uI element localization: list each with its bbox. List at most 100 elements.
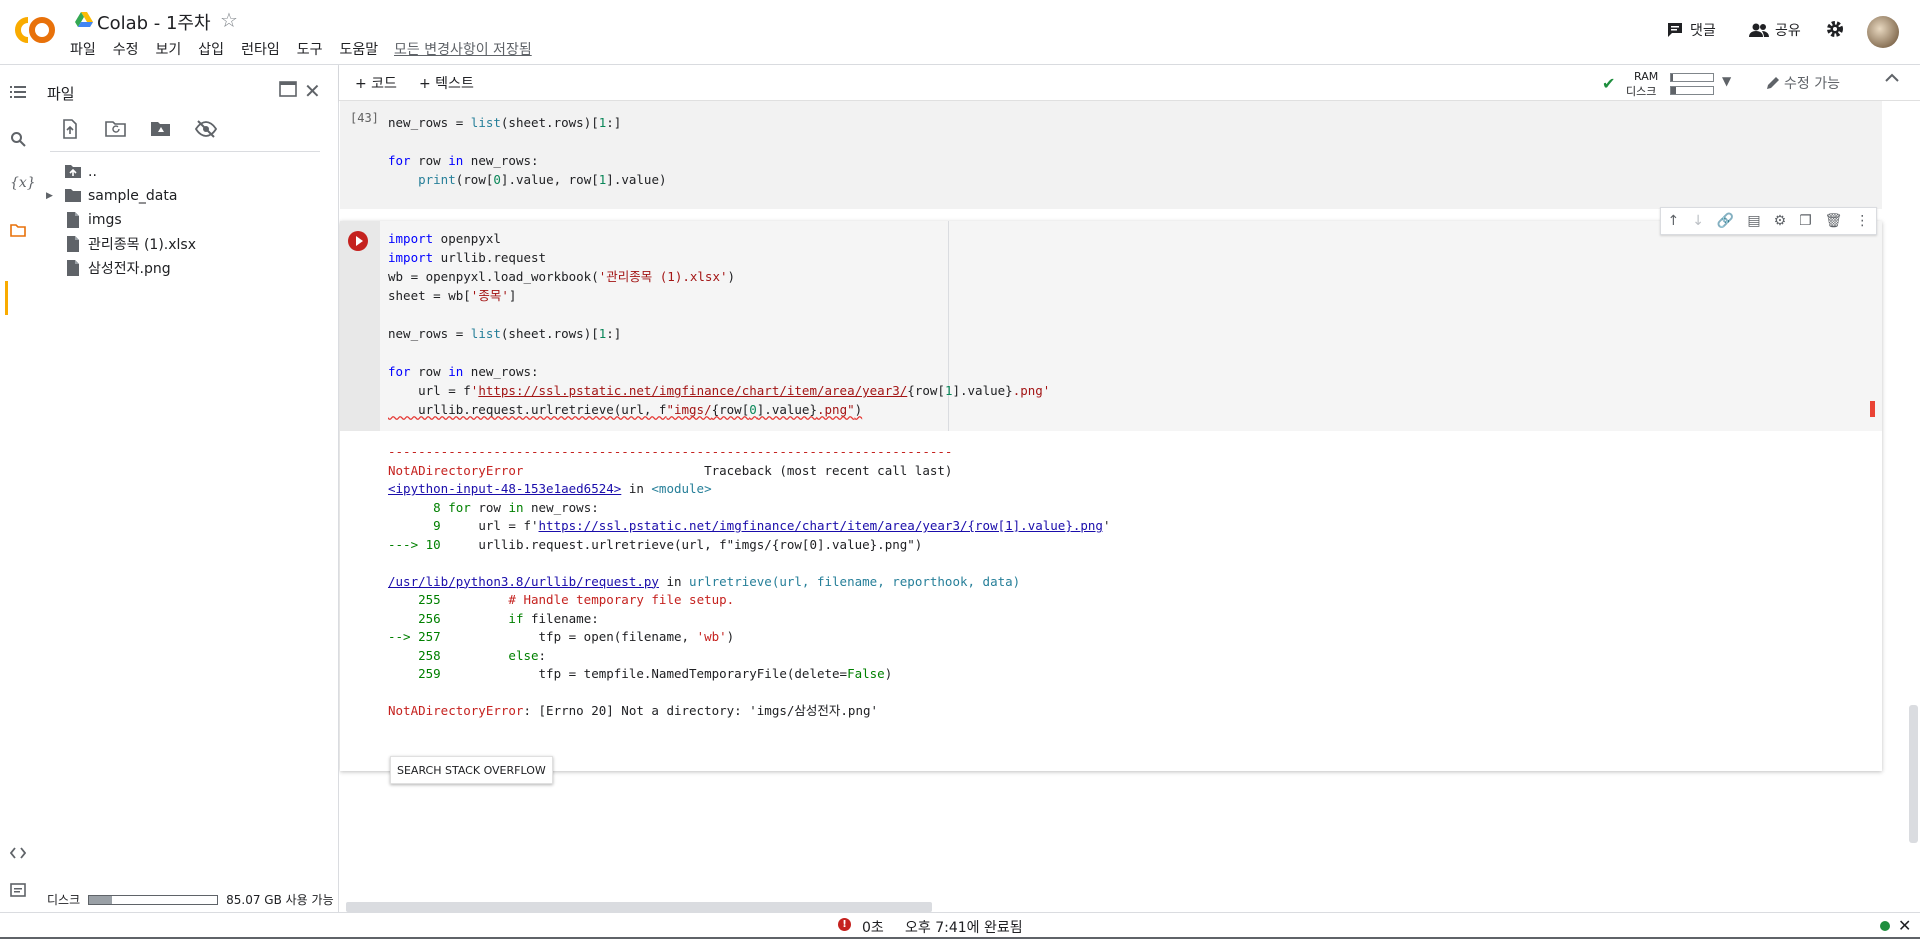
file-panel-title: 파일 (47, 85, 75, 103)
close-icon[interactable]: ✕ (304, 79, 321, 103)
pencil-icon (1766, 76, 1780, 90)
active-indicator (5, 281, 8, 315)
hide-files-icon[interactable] (195, 119, 217, 139)
code-cell-active[interactable]: ↑ ↓ 🔗 ▤ ⚙ ❐ 🗑 ⋮ import openpyxl import u… (340, 207, 1882, 784)
error-marker (1870, 401, 1875, 417)
menubar: 파일 수정 보기 삽입 런타임 도구 도움말 (70, 39, 395, 59)
parent-folder-icon (64, 163, 82, 181)
gear-icon[interactable] (1826, 20, 1844, 38)
more-vert-icon[interactable]: ⋮ (1855, 213, 1869, 229)
run-cell-button[interactable] (348, 231, 368, 251)
disk-bar (88, 894, 219, 905)
menu-edit[interactable]: 수정 (113, 39, 139, 59)
search-stack-overflow-button[interactable]: SEARCH STACK OVERFLOW (390, 756, 553, 784)
refresh-folder-icon[interactable] (105, 119, 126, 139)
avatar[interactable] (1867, 16, 1899, 48)
ram-bar-fill (1671, 74, 1673, 81)
resources-indicator[interactable]: ✔ RAM 디스크 ▼ (1602, 68, 1762, 98)
completed-status[interactable]: 오후 7:41에 완료됨 (905, 917, 1023, 937)
file-toolbar (60, 119, 217, 139)
expand-arrow-icon[interactable]: ▶ (46, 191, 64, 201)
code-editor[interactable]: import openpyxl import urllib.request wb… (388, 229, 1050, 419)
horizontal-scrollbar[interactable] (346, 902, 932, 912)
menu-tools[interactable]: 도구 (297, 39, 323, 59)
variables-icon[interactable]: {x} (10, 175, 36, 195)
search-icon[interactable] (10, 131, 30, 151)
saved-status[interactable]: 모든 변경사항이 저장됨 (394, 39, 532, 59)
add-text-button[interactable]: + 텍스트 (419, 73, 474, 93)
status-bar: ! 0초 오후 7:41에 완료됨 ✕ (0, 912, 1920, 939)
link-icon[interactable]: 🔗 (1717, 213, 1734, 229)
file-icon (64, 211, 82, 229)
app-header: Colab - 1주차 ☆ 파일 수정 보기 삽입 런타임 도구 도움말 모든 … (0, 0, 1920, 65)
move-up-icon[interactable]: ↑ (1667, 213, 1679, 229)
notebook-toolbar: + 코드 + 텍스트 ✔ RAM 디스크 ▼ 수정 가능 (339, 65, 1920, 101)
share-label: 공유 (1775, 23, 1801, 39)
terminal-icon[interactable] (10, 883, 30, 903)
code-cell[interactable]: [43] new_rows = list(sheet.rows)[1:] for… (340, 101, 1882, 209)
tree-item-label: 관리종목 (1).xlsx (88, 237, 197, 253)
menu-help[interactable]: 도움말 (339, 39, 378, 59)
edit-mode-label: 수정 가능 (1784, 76, 1840, 92)
file-icon (64, 259, 82, 277)
tree-item-parent[interactable]: .. (64, 161, 97, 183)
ram-bar (1670, 73, 1714, 82)
upload-file-icon[interactable] (60, 119, 80, 139)
edit-mode-button[interactable]: 수정 가능 (1766, 73, 1840, 93)
disk-bar (1670, 86, 1714, 95)
disk-bar-fill (1671, 87, 1677, 94)
folder-icon (64, 187, 82, 205)
delete-icon[interactable]: 🗑 (1825, 213, 1843, 229)
comment-icon (1666, 21, 1684, 39)
gear-icon[interactable]: ⚙ (1774, 213, 1787, 229)
tree-item-imgs[interactable]: imgs (64, 209, 122, 231)
check-icon: ✔ (1602, 74, 1616, 93)
chevron-down-icon[interactable]: ▼ (1722, 74, 1731, 88)
menu-runtime[interactable]: 런타임 (241, 39, 280, 59)
disk-label: 디스크 (47, 893, 81, 907)
move-down-icon[interactable]: ↓ (1692, 213, 1704, 229)
elapsed-time: 0초 (862, 920, 884, 936)
menu-view[interactable]: 보기 (156, 39, 182, 59)
tree-item-png[interactable]: 삼성전자.png (64, 257, 171, 279)
exec-count: [43] (350, 111, 379, 125)
mount-drive-icon[interactable] (150, 119, 170, 139)
toc-icon[interactable] (10, 85, 30, 105)
open-in-window-icon[interactable] (279, 81, 297, 97)
star-icon[interactable]: ☆ (220, 8, 238, 32)
notebook-title[interactable]: Colab - 1주차 (97, 9, 211, 35)
notebook-area: [43] new_rows = list(sheet.rows)[1:] for… (339, 101, 1920, 906)
drive-icon[interactable] (75, 12, 93, 28)
chevron-up-icon[interactable] (1884, 71, 1900, 83)
error-icon[interactable]: ! (838, 918, 851, 931)
add-code-button[interactable]: + 코드 (355, 73, 397, 93)
menu-file[interactable]: 파일 (70, 39, 96, 59)
share-button[interactable]: 공유 (1749, 20, 1801, 40)
menu-insert[interactable]: 삽입 (198, 39, 224, 59)
tree-item-label: sample_data (88, 188, 178, 204)
connected-dot-icon (1880, 921, 1890, 931)
folder-icon[interactable] (10, 223, 30, 243)
file-panel: 파일 ✕ .. ▶ sample_data imgs 관리종목 (1).xlsx… (38, 65, 339, 917)
tree-item-xlsx[interactable]: 관리종목 (1).xlsx (64, 233, 196, 255)
close-icon[interactable]: ✕ (1898, 916, 1911, 935)
cell-toolbar: ↑ ↓ 🔗 ▤ ⚙ ❐ 🗑 ⋮ (1660, 207, 1877, 235)
code-editor[interactable]: new_rows = list(sheet.rows)[1:] for row … (388, 113, 667, 189)
cell-gutter (340, 221, 380, 431)
divider (50, 151, 320, 152)
mirror-cell-icon[interactable]: ❐ (1799, 213, 1812, 229)
left-rail: {x} (0, 65, 38, 917)
code-snippets-icon[interactable] (10, 847, 30, 867)
disk-label: 디스크 (1626, 85, 1657, 98)
comment-icon[interactable]: ▤ (1747, 213, 1760, 229)
tree-item-label: 삼성전자.png (88, 261, 171, 277)
tree-item-label: .. (88, 164, 97, 180)
comment-label: 댓글 (1690, 23, 1716, 39)
disk-bar-fill (89, 895, 113, 904)
comment-button[interactable]: 댓글 (1666, 20, 1716, 40)
tree-item-sample-data[interactable]: ▶ sample_data (46, 185, 177, 207)
vertical-scrollbar[interactable] (1909, 705, 1918, 843)
cell-output: ----------------------------------------… (388, 444, 1111, 718)
tree-item-label: imgs (88, 212, 122, 228)
colab-logo[interactable] (14, 16, 56, 44)
